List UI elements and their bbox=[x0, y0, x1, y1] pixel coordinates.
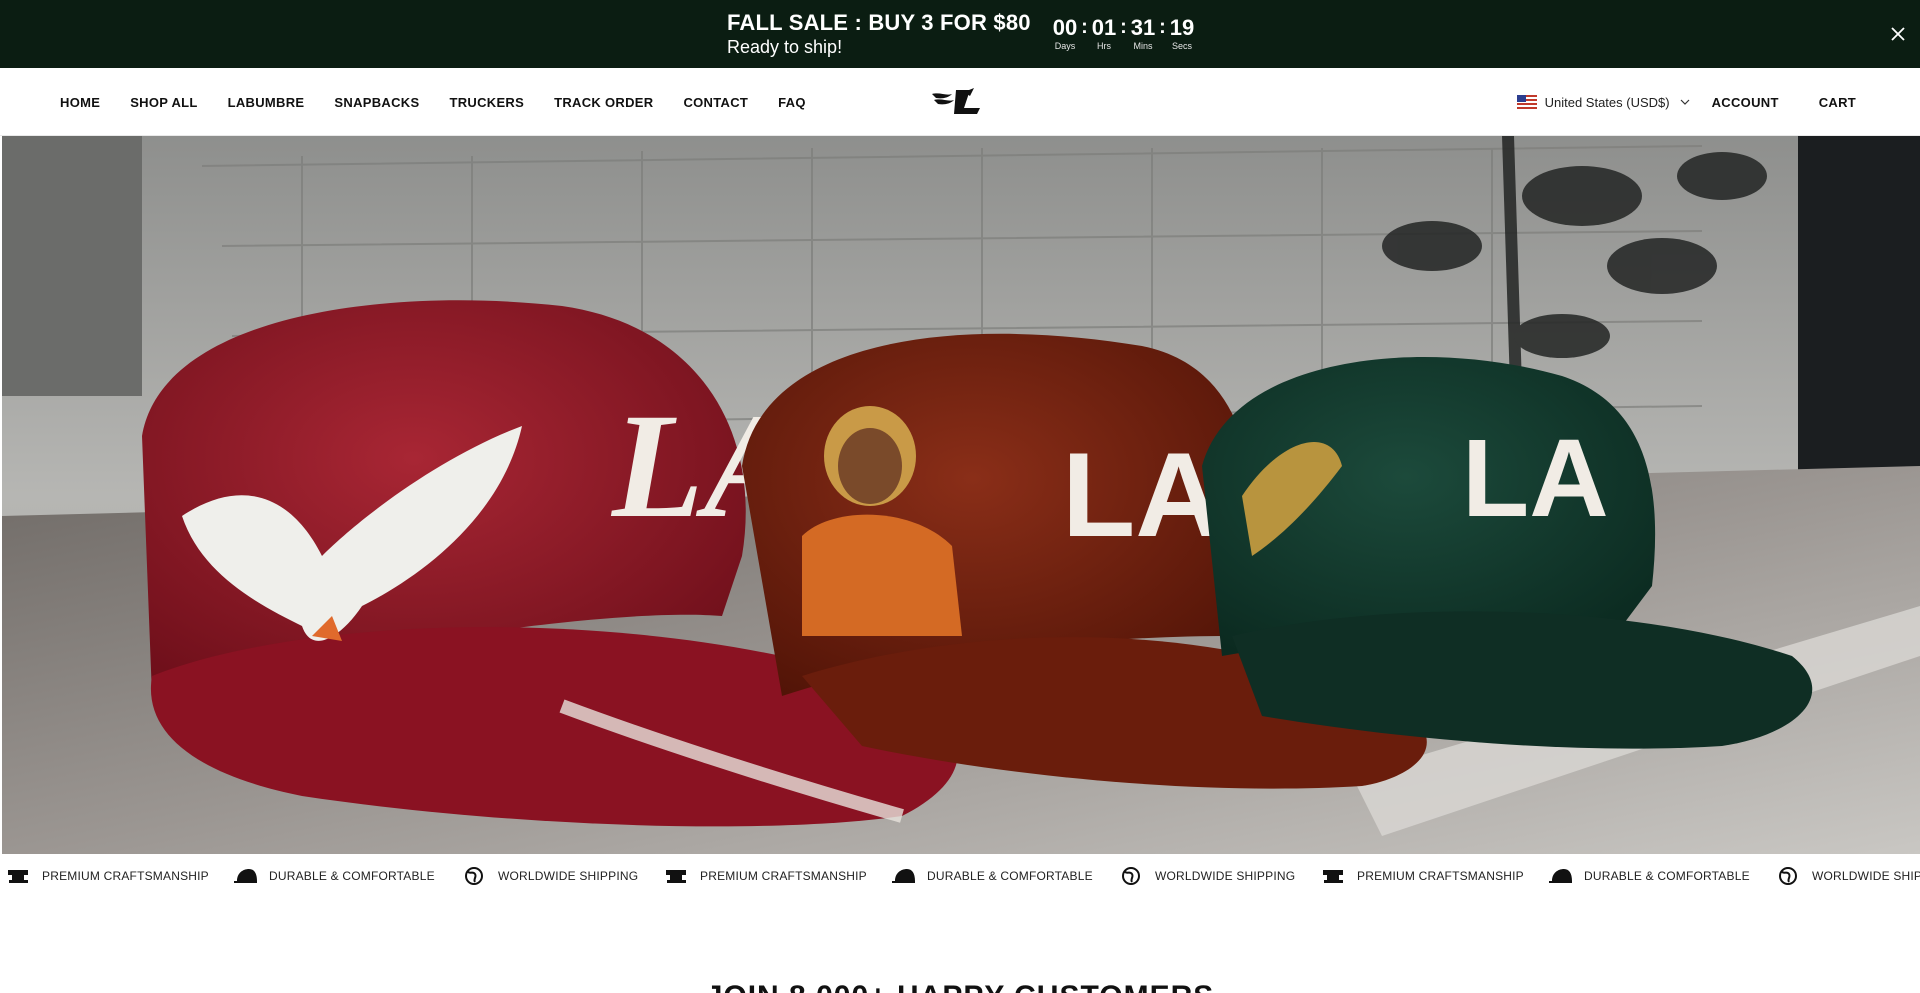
countdown-days-label: Days bbox=[1054, 41, 1076, 51]
account-link[interactable]: ACCOUNT bbox=[1712, 95, 1779, 110]
nav-shop-all[interactable]: SHOP ALL bbox=[130, 95, 197, 110]
close-icon[interactable] bbox=[1888, 24, 1908, 44]
sewing-machine-icon bbox=[8, 870, 28, 883]
countdown-hours-value: 01 bbox=[1091, 15, 1117, 40]
countdown-separator: : bbox=[1159, 16, 1166, 38]
countdown-hours-label: Hrs bbox=[1097, 41, 1111, 51]
nav-snapbacks[interactable]: SNAPBACKS bbox=[334, 95, 419, 110]
nav-labumbre[interactable]: LABUMBRE bbox=[228, 95, 305, 110]
marquee-label: DURABLE & COMFORTABLE bbox=[1584, 869, 1750, 883]
marquee-label: PREMIUM CRAFTSMANSHIP bbox=[1357, 869, 1524, 883]
us-flag-icon bbox=[1516, 95, 1537, 109]
countdown-hours: 01 Hrs bbox=[1089, 16, 1119, 52]
marquee-item: PREMIUM CRAFTSMANSHIP bbox=[1321, 854, 1524, 898]
marquee-item: PREMIUM CRAFTSMANSHIP bbox=[664, 854, 867, 898]
brand-logo-icon[interactable] bbox=[930, 86, 986, 118]
countdown-seconds: 19 Secs bbox=[1167, 16, 1197, 52]
countdown-days: 00 Days bbox=[1050, 16, 1080, 52]
site-header: HOME SHOP ALL LABUMBRE SNAPBACKS TRUCKER… bbox=[0, 68, 1920, 136]
svg-text:LA: LA bbox=[1062, 428, 1222, 562]
cap-icon bbox=[1549, 869, 1572, 883]
sewing-machine-icon bbox=[1323, 870, 1343, 883]
announcement-bar: FALL SALE : BUY 3 FOR $80 Ready to ship!… bbox=[0, 0, 1920, 68]
country-selector[interactable]: United States (USD$) bbox=[1516, 94, 1690, 110]
countdown-minutes-value: 31 bbox=[1130, 15, 1156, 40]
sale-subtitle: Ready to ship! bbox=[727, 37, 843, 57]
country-label: United States (USD$) bbox=[1544, 94, 1670, 110]
cart-link[interactable]: CART bbox=[1819, 95, 1856, 110]
countdown-separator: : bbox=[1120, 16, 1127, 38]
nav-truckers[interactable]: TRUCKERS bbox=[449, 95, 524, 110]
features-marquee: PREMIUM CRAFTSMANSHIP DURABLE & COMFORTA… bbox=[0, 854, 1920, 898]
marquee-item: WORLDWIDE SHIPPING bbox=[462, 854, 638, 898]
marquee-item: WORLDWIDE SHIPPING bbox=[1776, 854, 1920, 898]
cap-icon bbox=[234, 869, 257, 883]
countdown-seconds-label: Secs bbox=[1171, 41, 1192, 51]
countdown-minutes: 31 Mins bbox=[1128, 16, 1158, 52]
main-nav: HOME SHOP ALL LABUMBRE SNAPBACKS TRUCKER… bbox=[60, 68, 836, 136]
marquee-label: PREMIUM CRAFTSMANSHIP bbox=[700, 869, 867, 883]
marquee-label: DURABLE & COMFORTABLE bbox=[269, 869, 435, 883]
nav-home[interactable]: HOME bbox=[60, 95, 100, 110]
globe-icon bbox=[1779, 867, 1797, 885]
countdown-seconds-value: 19 bbox=[1169, 15, 1195, 40]
chevron-down-icon bbox=[1680, 99, 1690, 105]
cap-icon bbox=[892, 869, 915, 883]
countdown-timer: 00 Days : 01 Hrs : 31 Mins : 19 Secs bbox=[1050, 16, 1197, 52]
hero-image: LA LA LA bbox=[2, 136, 1920, 854]
sale-message: FALL SALE : BUY 3 FOR $80 Ready to ship! bbox=[727, 10, 1031, 58]
marquee-item: DURABLE & COMFORTABLE bbox=[233, 854, 435, 898]
nav-track-order[interactable]: TRACK ORDER bbox=[554, 95, 653, 110]
countdown-minutes-label: Mins bbox=[1133, 41, 1153, 51]
nav-contact[interactable]: CONTACT bbox=[683, 95, 748, 110]
nav-faq[interactable]: FAQ bbox=[778, 95, 806, 110]
header-actions: United States (USD$) ACCOUNT CART bbox=[1516, 68, 1856, 136]
marquee-item: DURABLE & COMFORTABLE bbox=[891, 854, 1093, 898]
globe-icon bbox=[1122, 867, 1140, 885]
countdown-days-value: 00 bbox=[1052, 15, 1078, 40]
sewing-machine-icon bbox=[666, 870, 686, 883]
svg-text:LA: LA bbox=[1462, 417, 1609, 540]
marquee-item: PREMIUM CRAFTSMANSHIP bbox=[6, 854, 209, 898]
marquee-item: WORLDWIDE SHIPPING bbox=[1119, 854, 1295, 898]
sale-title: FALL SALE : BUY 3 FOR $80 bbox=[727, 10, 1031, 35]
marquee-label: WORLDWIDE SHIPPING bbox=[1155, 869, 1296, 883]
marquee-item: DURABLE & COMFORTABLE bbox=[1548, 854, 1750, 898]
marquee-label: WORLDWIDE SHIPPING bbox=[498, 869, 639, 883]
globe-icon bbox=[465, 867, 483, 885]
marquee-label: PREMIUM CRAFTSMANSHIP bbox=[42, 869, 209, 883]
countdown-separator: : bbox=[1081, 16, 1088, 38]
hero-banner[interactable]: LA LA LA bbox=[2, 136, 1920, 854]
marquee-label: DURABLE & COMFORTABLE bbox=[927, 869, 1093, 883]
customers-heading: JOIN 8,000+ HAPPY CUSTOMERS bbox=[0, 980, 1920, 993]
marquee-label: WORLDWIDE SHIPPING bbox=[1812, 869, 1920, 883]
